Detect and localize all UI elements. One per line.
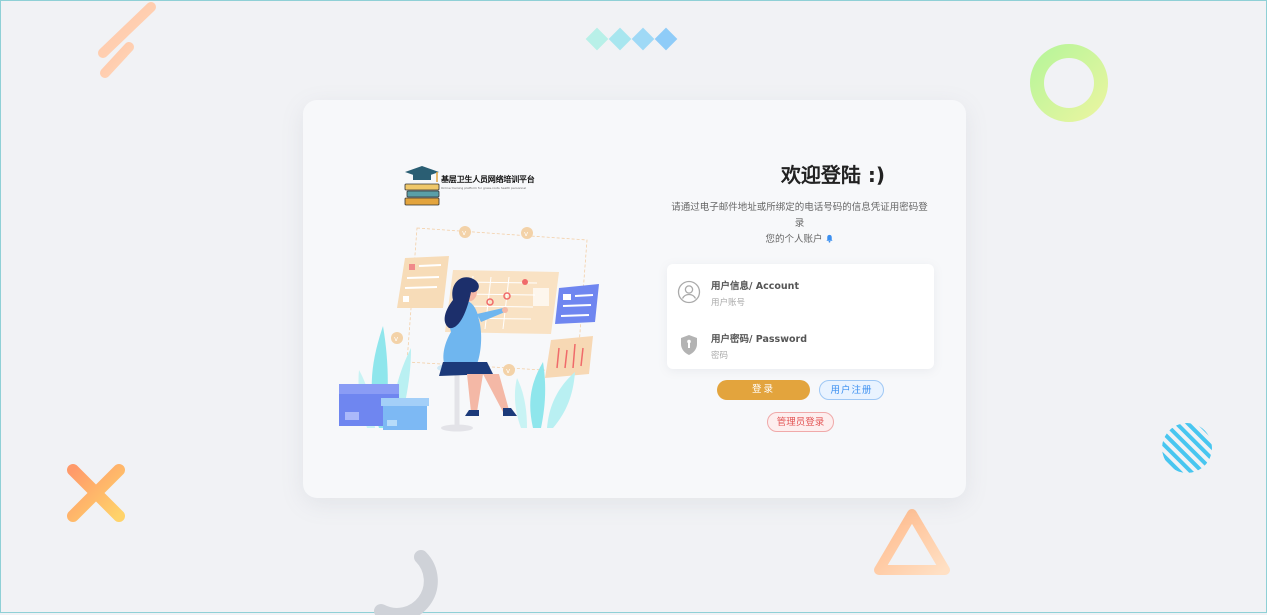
login-card: 基层卫生人员网络培训平台 Online training platform fo… bbox=[303, 100, 966, 498]
svg-text:v: v bbox=[394, 335, 398, 343]
user-icon bbox=[677, 280, 701, 304]
description-line-1: 请通过电子邮件地址或所绑定的电话号码的信息凭证用密码登录 bbox=[671, 202, 928, 229]
description-line-2-text: 您的个人账户 bbox=[765, 234, 823, 245]
decor-slash-shape bbox=[98, 2, 156, 78]
decor-triangle bbox=[874, 509, 950, 575]
login-description: 请通过电子邮件地址或所绑定的电话号码的信息凭证用密码登录 您的个人账户 bbox=[667, 200, 932, 248]
books-graduation-icon bbox=[404, 166, 440, 206]
decor-striped-circle bbox=[1162, 423, 1212, 473]
decor-diamonds bbox=[585, 27, 678, 51]
bell-icon bbox=[825, 234, 833, 243]
decor-arc bbox=[374, 550, 438, 615]
svg-text:v: v bbox=[524, 230, 528, 238]
shield-icon bbox=[681, 335, 697, 355]
description-line-2: 您的个人账户 bbox=[667, 232, 932, 248]
account-field: 用户信息/ Account bbox=[677, 270, 924, 310]
svg-text:v: v bbox=[462, 229, 466, 237]
account-input[interactable] bbox=[711, 296, 911, 310]
password-input[interactable] bbox=[711, 349, 911, 363]
decor-ring bbox=[1030, 44, 1108, 122]
login-form: 用户信息/ Account 用户密码/ Password bbox=[667, 264, 934, 369]
svg-text:v: v bbox=[506, 367, 510, 375]
login-button[interactable]: 登录 bbox=[717, 380, 810, 400]
logo-subtitle: Online training platform for grass-roots… bbox=[441, 186, 527, 190]
account-label: 用户信息/ Account bbox=[711, 281, 799, 292]
platform-logo: 基层卫生人员网络培训平台 Online training platform fo… bbox=[403, 164, 553, 208]
welcome-title: 欢迎登陆 :) bbox=[780, 163, 886, 187]
woman-at-dashboard-illustration: v v v v bbox=[339, 226, 599, 432]
password-field: 用户密码/ Password bbox=[677, 323, 924, 363]
decor-cross bbox=[67, 464, 125, 522]
password-label: 用户密码/ Password bbox=[711, 334, 807, 345]
logo-title: 基层卫生人员网络培训平台 bbox=[441, 175, 535, 184]
register-button[interactable]: 用户注册 bbox=[819, 380, 884, 400]
admin-login-button[interactable]: 管理员登录 bbox=[767, 412, 834, 432]
